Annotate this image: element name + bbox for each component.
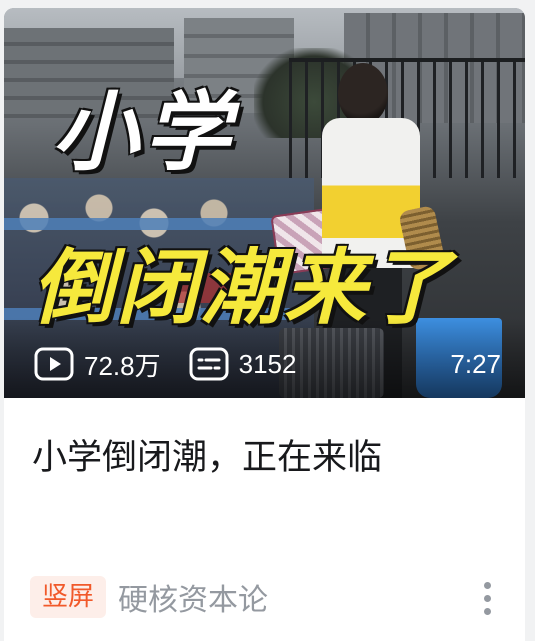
more-vertical-icon bbox=[483, 607, 491, 615]
play-count: 72.8万 bbox=[34, 346, 161, 383]
video-title[interactable]: 小学倒闭潮，正在来临 bbox=[32, 436, 502, 482]
video-stats: 72.8万 3152 bbox=[34, 346, 296, 382]
danmaku-count: 3152 bbox=[189, 347, 297, 381]
video-meta: 竖屏 硬核资本论 bbox=[30, 574, 268, 620]
more-options-button[interactable] bbox=[475, 578, 499, 618]
author-name[interactable]: 硬核资本论 bbox=[118, 575, 268, 619]
student-head bbox=[338, 63, 388, 125]
video-duration: 7:27 bbox=[450, 349, 501, 379]
video-thumbnail[interactable]: 小学 倒闭潮来了 72.8万 3152 7:27 bbox=[4, 8, 525, 398]
play-count-icon bbox=[34, 347, 74, 381]
video-card[interactable]: 小学 倒闭潮来了 72.8万 3152 7:27 小学倒闭潮，正在来临 竖屏 硬… bbox=[4, 8, 525, 641]
thumbnail-overlay-title: 小学 bbox=[52, 83, 236, 183]
vertical-video-tag: 竖屏 bbox=[30, 576, 107, 618]
danmaku-count-value: 3152 bbox=[238, 348, 297, 379]
danmaku-icon bbox=[189, 347, 229, 381]
more-vertical-icon bbox=[483, 581, 491, 589]
thumbnail-desk-row bbox=[4, 218, 304, 230]
play-count-value: 72.8万 bbox=[84, 350, 161, 381]
more-vertical-icon bbox=[483, 594, 491, 602]
